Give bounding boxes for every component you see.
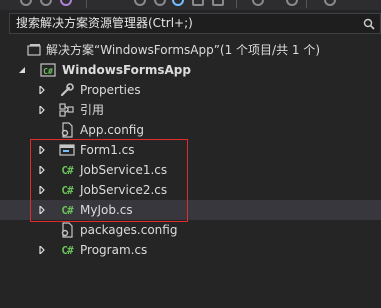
collapse-icon[interactable] bbox=[172, 0, 184, 6]
tree-item-references[interactable]: 引用 bbox=[0, 100, 381, 120]
highlight-box bbox=[30, 139, 188, 222]
toolbar-separator bbox=[306, 0, 307, 8]
solution-label: 解决方案“WindowsFormsApp”(1 个项目/共 1 个) bbox=[46, 43, 321, 57]
tree-item-packages-config[interactable]: packages.config bbox=[0, 220, 381, 240]
collapsed-arrow-icon[interactable] bbox=[37, 245, 47, 255]
sync-icon[interactable] bbox=[134, 0, 146, 6]
item-label: App.config bbox=[80, 123, 144, 137]
refresh-icon[interactable] bbox=[154, 0, 166, 6]
tree-item-app-config[interactable]: App.config bbox=[0, 120, 381, 140]
toolbar-separator bbox=[236, 0, 237, 8]
item-label: Properties bbox=[80, 83, 141, 97]
collapsed-arrow-icon[interactable] bbox=[37, 105, 47, 115]
references-icon bbox=[59, 102, 75, 118]
code-icon[interactable] bbox=[252, 0, 264, 6]
item-label: 引用 bbox=[80, 103, 105, 117]
csharp-project-icon: C# bbox=[40, 62, 56, 78]
expanded-arrow-icon[interactable] bbox=[17, 65, 27, 75]
search-box bbox=[9, 13, 381, 34]
project-label: WindowsFormsApp bbox=[62, 63, 191, 77]
show-all-files-icon[interactable] bbox=[192, 0, 204, 6]
toolbar-separator bbox=[86, 0, 87, 8]
csharp-file-icon: C# bbox=[61, 243, 73, 257]
vs-icon[interactable] bbox=[60, 0, 72, 6]
search-icon[interactable] bbox=[358, 14, 380, 33]
wrench-icon[interactable] bbox=[286, 0, 298, 6]
wrench-icon bbox=[59, 82, 75, 98]
tree-item-project[interactable]: C# WindowsFormsApp bbox=[0, 60, 381, 80]
tree-item-properties[interactable]: Properties bbox=[0, 80, 381, 100]
toolbar bbox=[0, 0, 381, 10]
tree-item-solution[interactable]: 解决方案“WindowsFormsApp”(1 个项目/共 1 个) bbox=[0, 40, 381, 60]
svg-text:C#: C# bbox=[43, 67, 53, 76]
config-file-icon bbox=[59, 222, 75, 238]
back-icon[interactable] bbox=[20, 0, 32, 6]
item-label: Program.cs bbox=[80, 243, 148, 257]
search-input[interactable] bbox=[16, 15, 352, 32]
collapsed-arrow-icon[interactable] bbox=[37, 85, 47, 95]
config-file-icon bbox=[59, 122, 75, 138]
forward-icon[interactable] bbox=[40, 0, 52, 6]
properties-icon[interactable] bbox=[212, 0, 224, 6]
solution-icon bbox=[26, 42, 42, 58]
item-label: packages.config bbox=[80, 223, 178, 237]
tree-item-program[interactable]: C# Program.cs bbox=[0, 240, 381, 260]
preview-icon[interactable] bbox=[324, 0, 336, 6]
